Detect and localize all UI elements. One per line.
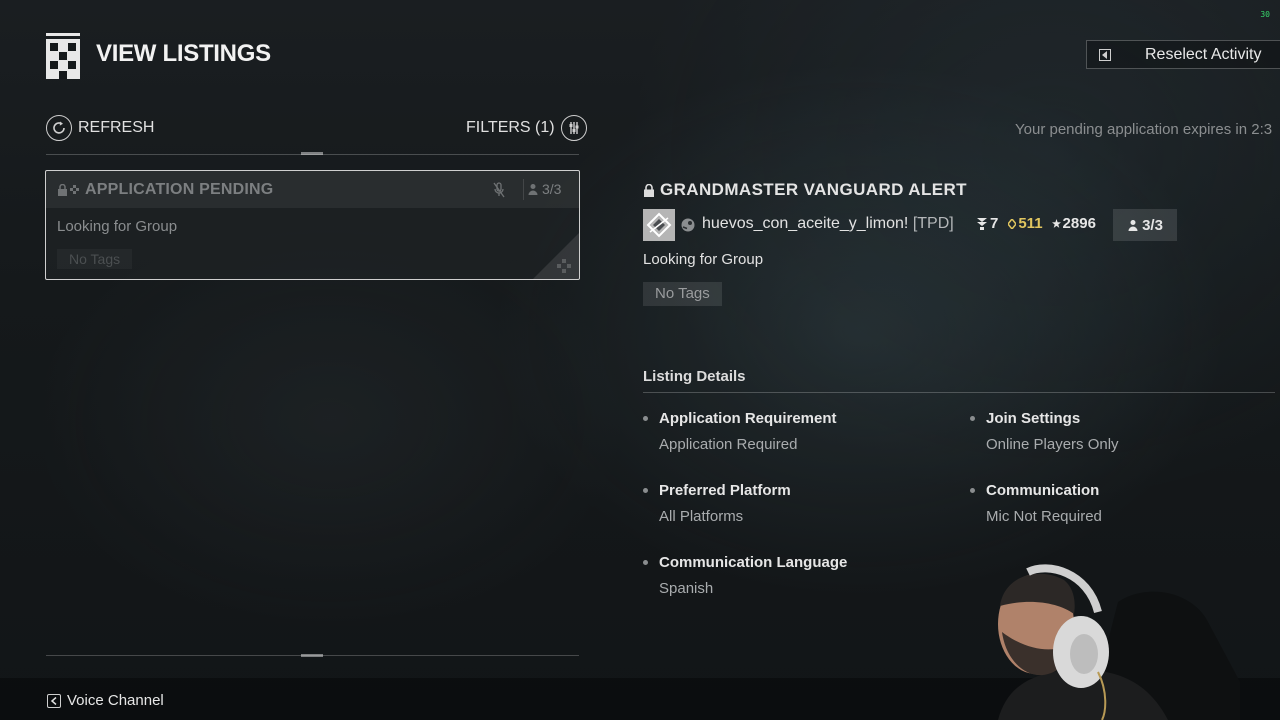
listing-card-header: APPLICATION PENDING 3/3 <box>46 171 579 208</box>
fireteam-finder-icon <box>70 184 79 194</box>
listing-card[interactable]: APPLICATION PENDING 3/3 Looking for Grou… <box>45 170 580 280</box>
guardian-rank-stat: 7 <box>977 215 998 232</box>
person-icon <box>1128 220 1138 231</box>
detail-value: Application Required <box>659 436 798 453</box>
detail-value: Spanish <box>659 580 714 597</box>
triumph-value: 2896 <box>1062 215 1096 232</box>
back-arrow-icon <box>1099 48 1111 61</box>
listing-details-title: Listing Details <box>643 368 746 385</box>
filter-icon <box>560 115 587 141</box>
power-value: 511 <box>1018 215 1043 232</box>
refresh-label: REFRESH <box>78 119 155 136</box>
fireteam-logo-icon <box>46 33 80 79</box>
bullet <box>643 488 648 493</box>
chevron-left-icon <box>47 693 61 708</box>
power-stat: 511 <box>1008 215 1043 232</box>
person-icon <box>528 184 538 195</box>
fireteam-finder-icon <box>557 259 571 273</box>
listing-details-divider <box>643 392 1275 393</box>
list-scroll-indicator-top[interactable] <box>301 152 323 155</box>
guardian-rank-value: 7 <box>990 215 999 232</box>
bullet <box>643 416 648 421</box>
reselect-activity-label: Reselect Activity <box>1145 45 1262 63</box>
activity-title: GRANDMASTER VANGUARD ALERT <box>660 180 967 199</box>
listing-card-player-count: 3/3 <box>527 181 561 197</box>
bullet <box>643 560 648 565</box>
lock-icon <box>58 183 79 196</box>
bullet <box>970 416 975 421</box>
pending-application-timer: Your pending application expires in 2:3 <box>1015 121 1273 138</box>
mic-icon <box>493 182 505 198</box>
detail-label: Application Requirement <box>659 410 837 427</box>
filters-button[interactable]: FILTERS (1) <box>466 115 587 141</box>
listing-card-tag: No Tags <box>57 249 133 269</box>
detail-value: All Platforms <box>659 508 744 525</box>
guardian-rank-icon <box>977 217 987 230</box>
player-stats: 7 511 2896 <box>977 215 1096 232</box>
page-title: VIEW LISTINGS <box>96 40 271 67</box>
player-name-row[interactable]: huevos_con_aceite_y_limon! [TPD] <box>702 215 954 233</box>
emblem-icon <box>643 209 675 241</box>
platform-icon <box>681 218 695 232</box>
triumph-icon <box>1051 219 1061 228</box>
listing-card-description: Looking for Group <box>57 218 178 235</box>
webcam-overlay <box>998 564 1240 720</box>
fireteam-count-value: 3/3 <box>1142 216 1163 234</box>
fireteam-count-badge: 3/3 <box>1113 209 1177 241</box>
voice-channel-button[interactable]: Voice Channel <box>47 692 164 709</box>
activity-title-row: GRANDMASTER VANGUARD ALERT <box>643 180 967 200</box>
detail-value: Mic Not Required <box>986 508 1102 525</box>
detail-label: Preferred Platform <box>659 482 791 499</box>
player-name: huevos_con_aceite_y_limon! <box>702 215 909 232</box>
lock-icon <box>644 183 654 197</box>
reselect-activity-button[interactable]: Reselect Activity <box>1086 40 1280 69</box>
listing-tag: No Tags <box>643 282 722 306</box>
detail-label: Join Settings <box>986 410 1081 427</box>
refresh-button[interactable]: REFRESH <box>46 115 154 141</box>
bullet <box>970 488 975 493</box>
refresh-icon <box>46 115 72 141</box>
listing-card-title: APPLICATION PENDING <box>85 180 274 198</box>
player-clan: [TPD] <box>912 215 954 232</box>
listing-card-corner <box>533 233 579 279</box>
fps-counter: 30 <box>1260 10 1270 19</box>
triumph-stat: 2896 <box>1051 215 1096 232</box>
detail-value: Online Players Only <box>986 436 1119 453</box>
listing-card-header-divider <box>523 179 524 200</box>
voice-channel-label: Voice Channel <box>67 692 164 709</box>
listing-description: Looking for Group <box>643 251 764 268</box>
detail-label: Communication <box>986 482 1100 499</box>
power-icon <box>1008 218 1017 229</box>
detail-label: Communication Language <box>659 554 848 571</box>
listing-card-count-value: 3/3 <box>542 181 562 197</box>
filters-label: FILTERS (1) <box>466 119 555 136</box>
list-scroll-indicator-bottom[interactable] <box>301 654 323 657</box>
